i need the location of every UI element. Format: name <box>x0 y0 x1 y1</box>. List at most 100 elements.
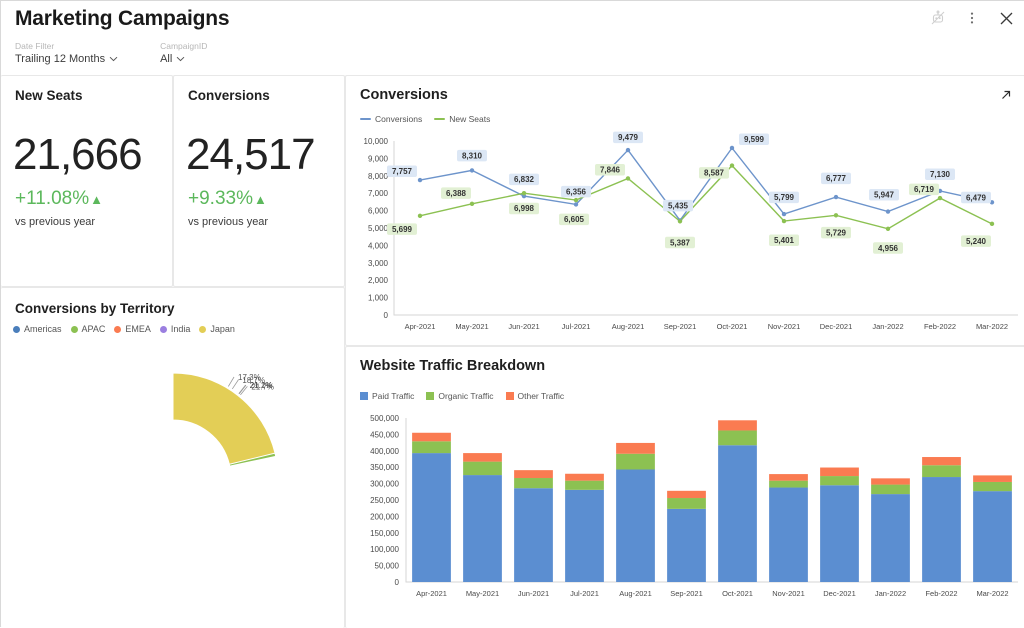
kpi-title: New Seats <box>15 88 83 103</box>
bar-segment[interactable] <box>514 470 553 478</box>
line-data-point[interactable] <box>678 219 682 223</box>
line-data-point[interactable] <box>730 146 734 150</box>
svg-text:7,130: 7,130 <box>930 170 951 179</box>
y-axis-tick-label: 100,000 <box>370 545 399 554</box>
filter-campaign-id[interactable]: CampaignID All <box>160 41 207 66</box>
line-data-point[interactable] <box>626 176 630 180</box>
svg-text:7,846: 7,846 <box>600 165 621 174</box>
bar-segment[interactable] <box>922 457 961 465</box>
bar-segment[interactable] <box>463 453 502 462</box>
line-data-point[interactable] <box>470 168 474 172</box>
bar-segment[interactable] <box>769 481 808 488</box>
filter-date[interactable]: Date Filter Trailing 12 Months <box>15 41 118 66</box>
line-data-point[interactable] <box>470 202 474 206</box>
line-data-label: 5,401 <box>769 235 799 247</box>
bar-segment[interactable] <box>820 476 859 485</box>
bar-segment[interactable] <box>871 494 910 582</box>
line-data-point[interactable] <box>782 212 786 216</box>
line-data-point[interactable] <box>418 178 422 182</box>
territory-legend-item[interactable]: EMEA <box>114 324 151 334</box>
bar-segment[interactable] <box>973 482 1012 491</box>
bar-segment[interactable] <box>565 481 604 490</box>
y-axis-tick-label: 0 <box>395 578 400 587</box>
line-data-label: 9,479 <box>613 132 643 144</box>
bar-segment[interactable] <box>616 443 655 454</box>
line-data-label: 5,729 <box>821 227 851 239</box>
bar-segment[interactable] <box>718 430 757 445</box>
bar-segment[interactable] <box>973 475 1012 482</box>
bar-segment[interactable] <box>871 485 910 495</box>
line-data-point[interactable] <box>574 202 578 206</box>
bar-segment[interactable] <box>412 453 451 582</box>
bar-segment[interactable] <box>667 491 706 498</box>
line-data-point[interactable] <box>418 214 422 218</box>
legend-label: Other Traffic <box>518 391 565 401</box>
line-data-point[interactable] <box>834 213 838 217</box>
line-data-point[interactable] <box>938 196 942 200</box>
bar-segment[interactable] <box>412 433 451 442</box>
kpi-subtitle: vs previous year <box>188 216 268 228</box>
line-data-point[interactable] <box>782 219 786 223</box>
close-icon[interactable] <box>997 9 1015 27</box>
filter-campaign-value[interactable]: All <box>160 52 207 66</box>
bar-segment[interactable] <box>667 509 706 582</box>
bar-segment[interactable] <box>769 474 808 481</box>
y-axis-tick-label: 3,000 <box>368 259 389 268</box>
line-data-point[interactable] <box>730 163 734 167</box>
bar-segment[interactable] <box>463 462 502 475</box>
bar-segment[interactable] <box>820 485 859 582</box>
bar-segment[interactable] <box>514 478 553 488</box>
bar-segment[interactable] <box>616 454 655 470</box>
line-data-label: 5,435 <box>663 200 693 212</box>
more-options-icon[interactable] <box>963 9 981 27</box>
legend-line-swatch-icon <box>434 118 445 121</box>
bar-segment[interactable] <box>463 475 502 582</box>
line-data-point[interactable] <box>574 198 578 202</box>
legend-label: APAC <box>82 324 106 334</box>
y-axis-tick-label: 9,000 <box>368 154 389 163</box>
bar-segment[interactable] <box>667 498 706 509</box>
bar-legend-item[interactable]: Paid Traffic <box>360 391 414 401</box>
line-data-point[interactable] <box>886 227 890 231</box>
y-axis-tick-label: 250,000 <box>370 496 399 505</box>
bar-segment[interactable] <box>871 478 910 484</box>
svg-text:9,479: 9,479 <box>618 133 639 142</box>
bar-segment[interactable] <box>922 465 961 477</box>
legend-line-swatch-icon <box>360 118 371 121</box>
bar-segment[interactable] <box>412 441 451 453</box>
bar-segment[interactable] <box>973 491 1012 582</box>
bar-chart-title: Website Traffic Breakdown <box>360 358 545 374</box>
legend-label: India <box>171 324 191 334</box>
chevron-down-icon <box>109 55 118 64</box>
bar-segment[interactable] <box>769 488 808 582</box>
territory-legend-item[interactable]: Japan <box>199 324 235 334</box>
line-data-point[interactable] <box>522 191 526 195</box>
line-data-point[interactable] <box>626 148 630 152</box>
bar-legend-item[interactable]: Other Traffic <box>506 391 565 401</box>
territory-legend-item[interactable]: APAC <box>71 324 106 334</box>
territory-legend-item[interactable]: India <box>160 324 191 334</box>
x-axis-tick-label: Mar-2022 <box>976 589 1008 598</box>
bar-segment[interactable] <box>514 488 553 582</box>
bar-segment[interactable] <box>565 490 604 582</box>
bar-segment[interactable] <box>820 468 859 477</box>
expand-arrow-icon[interactable] <box>999 88 1013 102</box>
assistant-disabled-icon[interactable] <box>929 9 947 27</box>
bar-segment[interactable] <box>718 420 757 430</box>
filter-date-value[interactable]: Trailing 12 Months <box>15 52 118 66</box>
line-legend-item[interactable]: Conversions <box>360 114 422 124</box>
line-data-point[interactable] <box>834 195 838 199</box>
x-axis-tick-label: Jun-2021 <box>518 589 549 598</box>
kpi-title: Conversions <box>188 88 270 103</box>
bar-segment[interactable] <box>718 445 757 582</box>
bar-legend-item[interactable]: Organic Traffic <box>426 391 493 401</box>
line-data-point[interactable] <box>886 209 890 213</box>
line-legend-item[interactable]: New Seats <box>434 114 490 124</box>
bar-segment[interactable] <box>565 474 604 481</box>
line-data-point[interactable] <box>990 222 994 226</box>
bar-segment[interactable] <box>616 469 655 582</box>
bar-segment[interactable] <box>922 477 961 582</box>
x-axis-tick-label: Oct-2021 <box>722 589 753 598</box>
line-data-label: 6,998 <box>509 203 539 215</box>
territory-legend-item[interactable]: Americas <box>13 324 62 334</box>
